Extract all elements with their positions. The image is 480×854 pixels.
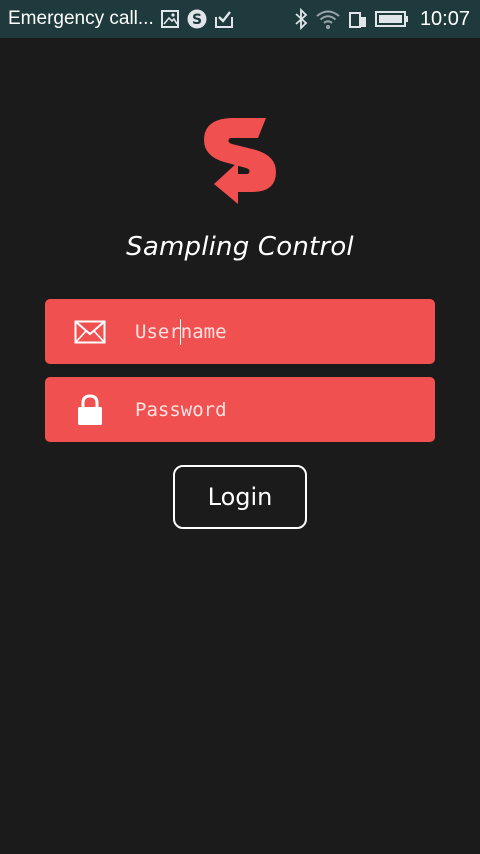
status-time: 10:07	[419, 7, 470, 30]
status-notification-title: Emergency call...	[8, 8, 154, 29]
status-right: 10:07	[294, 8, 470, 31]
status-bar: Emergency call... S 10:07	[0, 0, 480, 38]
login-button[interactable]: Login	[173, 465, 307, 529]
sampling-control-logo	[200, 118, 280, 206]
bluetooth-icon	[294, 8, 308, 30]
envelope-icon	[45, 299, 135, 364]
wifi-icon	[315, 8, 341, 30]
password-field[interactable]	[45, 377, 435, 442]
clipboard-check-icon	[214, 9, 234, 29]
text-caret	[180, 319, 181, 345]
svg-text:S: S	[192, 12, 202, 28]
username-input[interactable]	[135, 311, 415, 352]
sim-icon	[348, 9, 368, 29]
battery-icon	[374, 9, 409, 29]
password-input[interactable]	[135, 389, 415, 430]
lock-icon	[45, 377, 135, 442]
app-title: Sampling Control	[126, 232, 354, 262]
skype-icon: S	[186, 8, 208, 30]
status-left: Emergency call... S	[8, 8, 294, 30]
image-icon	[160, 9, 180, 29]
username-field[interactable]	[45, 299, 435, 364]
